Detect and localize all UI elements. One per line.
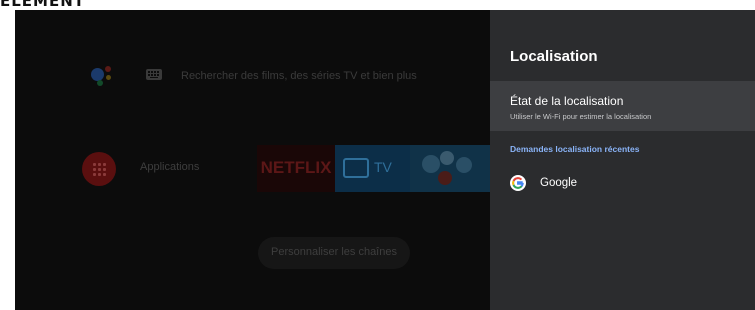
top-band: ÉLÉMENT xyxy=(0,0,755,10)
netflix-app-tile[interactable]: NETFLIX xyxy=(257,145,335,192)
location-status-item[interactable]: État de la localisation Utiliser le Wi-F… xyxy=(490,81,755,131)
google-assistant-icon[interactable] xyxy=(89,64,119,88)
customize-channels-button[interactable]: Personnaliser les chaînes xyxy=(258,237,410,269)
tv-app-label: TV xyxy=(374,159,392,175)
home-screen-dimmed: Rechercher des films, des séries TV et b… xyxy=(15,10,490,310)
location-status-subtitle: Utiliser le Wi-Fi pour estimer la locali… xyxy=(510,112,652,121)
google-g-icon xyxy=(510,175,526,191)
recent-requests-header: Demandes localisation récentes xyxy=(510,144,640,154)
location-settings-panel: Localisation État de la localisation Uti… xyxy=(490,10,755,310)
customize-channels-label: Personnaliser les chaînes xyxy=(271,246,397,258)
keyboard-icon[interactable] xyxy=(146,69,162,80)
netflix-logo: NETFLIX xyxy=(260,158,332,177)
search-hint[interactable]: Rechercher des films, des séries TV et b… xyxy=(181,70,417,82)
game-app-tile[interactable] xyxy=(410,145,490,192)
page-heading: ÉLÉMENT xyxy=(0,0,86,10)
tv-icon xyxy=(343,158,369,178)
apps-grid-icon[interactable] xyxy=(82,152,116,186)
google-app-label: Google xyxy=(540,177,578,189)
location-status-title: État de la localisation xyxy=(510,94,624,108)
tv-screen: Rechercher des films, des séries TV et b… xyxy=(15,10,755,310)
apps-label: Applications xyxy=(140,161,200,173)
panel-title: Localisation xyxy=(510,48,598,65)
recent-request-google[interactable]: Google xyxy=(490,170,755,200)
tv-app-tile[interactable]: TV xyxy=(335,145,410,192)
